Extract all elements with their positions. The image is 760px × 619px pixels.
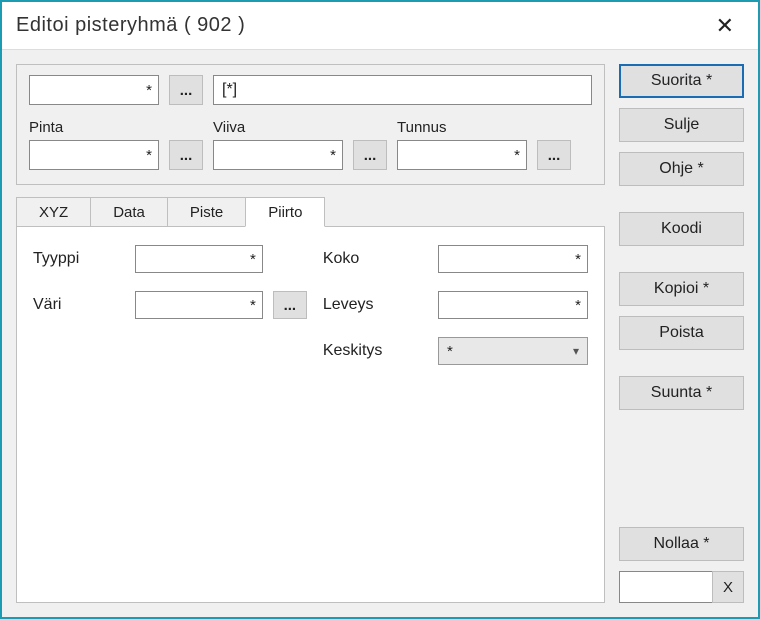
keskitys-value: * (447, 343, 453, 360)
x-button[interactable]: X (712, 571, 744, 603)
sulje-button[interactable]: Sulje (619, 108, 744, 142)
filter-first-input[interactable]: * (29, 75, 159, 105)
koko-label: Koko (323, 250, 428, 268)
poista-button[interactable]: Poista (619, 316, 744, 350)
viiva-label: Viiva (213, 119, 343, 136)
close-icon[interactable]: ✕ (706, 7, 744, 45)
keskitys-label: Keskitys (323, 342, 428, 360)
titlebar: Editoi pisteryhmä ( 902 ) ✕ (2, 2, 758, 50)
viiva-browse-button[interactable]: ... (353, 140, 387, 170)
dialog-window: Editoi pisteryhmä ( 902 ) ✕ * ... [*] Pi… (0, 0, 760, 619)
leveys-input[interactable]: * (438, 291, 588, 319)
tab-content-piirto: Tyyppi * Koko * Väri * ... Leveys * Kesk… (16, 226, 605, 603)
pinta-label: Pinta (29, 119, 159, 136)
tab-piirto[interactable]: Piirto (245, 197, 325, 227)
suunta-button[interactable]: Suunta * (619, 376, 744, 410)
action-sidebar: Suorita * Sulje Ohje * Koodi Kopioi * Po… (619, 64, 744, 603)
tyyppi-label: Tyyppi (33, 250, 125, 268)
pinta-browse-button[interactable]: ... (169, 140, 203, 170)
koko-input[interactable]: * (438, 245, 588, 273)
tunnus-browse-button[interactable]: ... (537, 140, 571, 170)
tab-data[interactable]: Data (90, 197, 168, 227)
filter-panel: * ... [*] Pinta * ... Viiva * ... (16, 64, 605, 185)
tab-piste[interactable]: Piste (167, 197, 246, 227)
tunnus-label: Tunnus (397, 119, 527, 136)
window-title: Editoi pisteryhmä ( 902 ) (16, 14, 706, 37)
filter-first-browse-button[interactable]: ... (169, 75, 203, 105)
ohje-button[interactable]: Ohje * (619, 152, 744, 186)
tunnus-input[interactable]: * (397, 140, 527, 170)
tyyppi-input[interactable]: * (135, 245, 263, 273)
vari-browse-button[interactable]: ... (273, 291, 307, 319)
suorita-button[interactable]: Suorita * (619, 64, 744, 98)
filter-expression-input[interactable]: [*] (213, 75, 592, 105)
chevron-down-icon: ▾ (573, 344, 579, 358)
tab-xyz[interactable]: XYZ (16, 197, 91, 227)
vari-input[interactable]: * (135, 291, 263, 319)
pinta-input[interactable]: * (29, 140, 159, 170)
koodi-button[interactable]: Koodi (619, 212, 744, 246)
kopioi-button[interactable]: Kopioi * (619, 272, 744, 306)
vari-label: Väri (33, 296, 125, 314)
keskitys-select[interactable]: * ▾ (438, 337, 588, 365)
leveys-label: Leveys (323, 296, 428, 314)
tabbar: XYZ Data Piste Piirto (16, 197, 605, 227)
bottom-input[interactable] (619, 571, 713, 603)
viiva-input[interactable]: * (213, 140, 343, 170)
nollaa-button[interactable]: Nollaa * (619, 527, 744, 561)
